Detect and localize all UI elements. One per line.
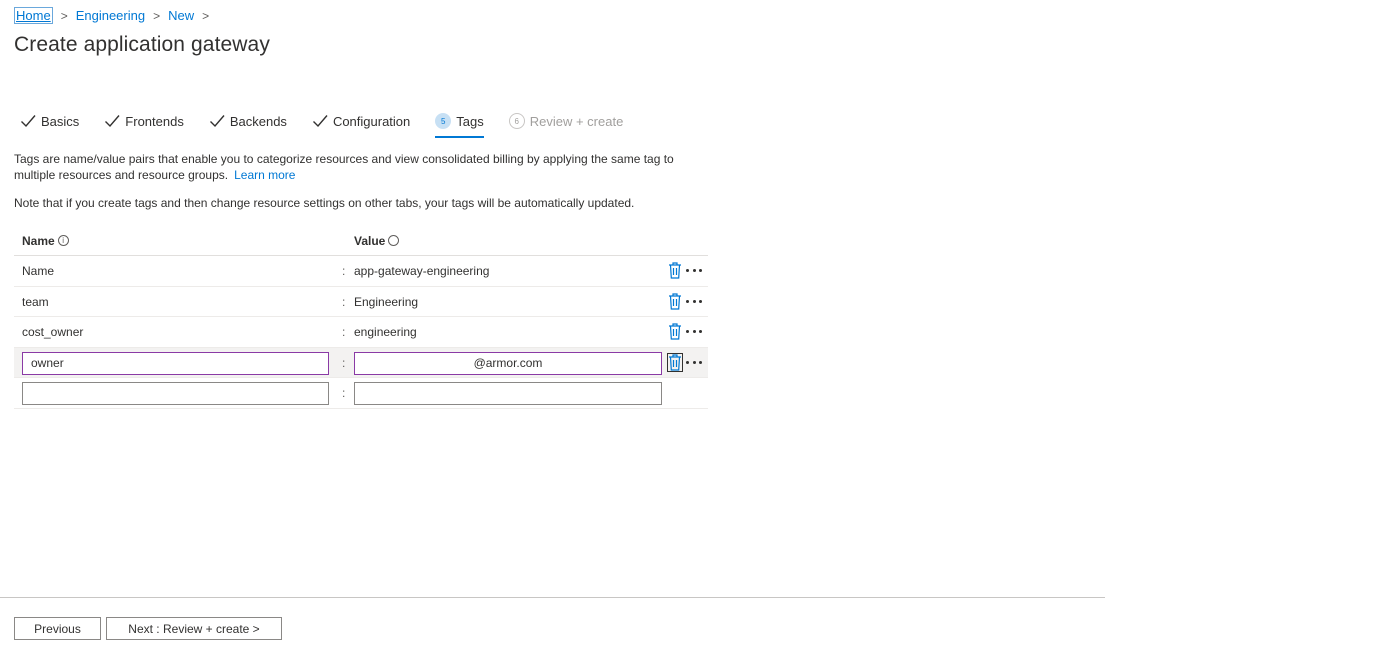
page-title: Create application gateway: [14, 33, 270, 56]
tag-grid: Name i Value Name : app-gateway-engineer…: [14, 226, 708, 409]
description-text: Tags are name/value pairs that enable yo…: [14, 152, 674, 182]
checkmark-icon: [312, 115, 328, 128]
value-header-label: Value: [354, 233, 386, 248]
tag-grid-header: Name i Value: [14, 226, 708, 256]
tag-separator: :: [342, 355, 346, 370]
checkmark-icon: [21, 115, 36, 128]
tab-review-create[interactable]: 6 Review + create: [508, 108, 624, 134]
tab-label: Frontends: [125, 113, 184, 129]
tag-row-new: :: [14, 378, 708, 409]
tab-configuration[interactable]: Configuration: [312, 108, 410, 134]
row-actions: [668, 292, 703, 310]
trash-icon[interactable]: [668, 323, 682, 340]
tag-name-input[interactable]: [22, 351, 329, 375]
tag-separator: :: [342, 386, 346, 400]
learn-more-link[interactable]: Learn more: [234, 168, 295, 182]
tag-name: Name: [22, 264, 55, 278]
tags-note: Note that if you create tags and then ch…: [14, 196, 635, 210]
tab-backends[interactable]: Backends: [209, 108, 287, 134]
previous-button[interactable]: Previous: [14, 617, 101, 640]
breadcrumb-new[interactable]: New: [168, 8, 194, 23]
chevron-right-icon: >: [202, 8, 210, 23]
wizard-tabs: Basics Frontends Backends Configuration …: [20, 108, 648, 140]
more-options-icon[interactable]: [685, 293, 703, 310]
new-tag-name-input[interactable]: [22, 382, 329, 405]
breadcrumb-home[interactable]: Home: [14, 7, 53, 24]
chevron-right-icon: >: [153, 8, 161, 23]
tag-value: engineering: [354, 325, 417, 339]
checkmark-icon: [105, 115, 120, 128]
trash-icon[interactable]: [668, 292, 682, 310]
footer-divider: [0, 597, 1105, 598]
tag-value: Engineering: [354, 294, 419, 309]
step-number-badge: 5: [435, 113, 452, 129]
more-options-icon[interactable]: [685, 354, 703, 371]
tag-row-editing: :: [14, 347, 708, 378]
breadcrumb: Home > Engineering > New >: [14, 7, 217, 24]
value-column-header: Value: [354, 233, 400, 248]
tag-separator: :: [342, 264, 346, 278]
tag-name: team: [22, 294, 49, 309]
tag-row: team : Engineering: [14, 287, 708, 317]
info-icon[interactable]: i: [57, 235, 69, 246]
tag-row: Name : app-gateway-engineering: [14, 256, 708, 287]
more-options-icon[interactable]: [685, 323, 703, 340]
tab-label: Tags: [456, 113, 484, 129]
trash-icon[interactable]: [667, 352, 683, 372]
tag-separator: :: [342, 294, 346, 309]
info-icon[interactable]: [388, 235, 400, 246]
step-number-badge: 6: [508, 113, 525, 129]
tab-label: Basics: [41, 113, 80, 129]
more-options-icon[interactable]: [685, 262, 703, 279]
tab-tags[interactable]: 5 Tags: [435, 108, 485, 138]
name-header-label: Name: [22, 233, 55, 248]
row-actions: [668, 262, 703, 279]
trash-icon[interactable]: [668, 262, 682, 279]
tag-name: cost_owner: [22, 325, 84, 339]
chevron-right-icon: >: [60, 8, 68, 23]
tag-row: cost_owner : engineering: [14, 317, 708, 348]
tag-value: app-gateway-engineering: [354, 264, 490, 278]
new-tag-value-input[interactable]: [354, 382, 662, 405]
tab-label: Configuration: [332, 113, 411, 129]
row-actions: [667, 352, 703, 372]
row-actions: [668, 323, 703, 340]
breadcrumb-engineering[interactable]: Engineering: [76, 8, 145, 23]
tags-description: Tags are name/value pairs that enable yo…: [14, 151, 694, 183]
tab-label: Review + create: [529, 113, 624, 129]
tab-frontends[interactable]: Frontends: [104, 108, 184, 134]
name-column-header: Name i: [22, 234, 69, 248]
tag-separator: :: [342, 325, 346, 339]
checkmark-icon: [209, 115, 225, 128]
tab-basics[interactable]: Basics: [20, 108, 79, 134]
tab-label: Backends: [229, 113, 287, 129]
tag-value-input[interactable]: [354, 351, 662, 375]
next-review-create-button[interactable]: Next : Review + create >: [106, 617, 282, 640]
